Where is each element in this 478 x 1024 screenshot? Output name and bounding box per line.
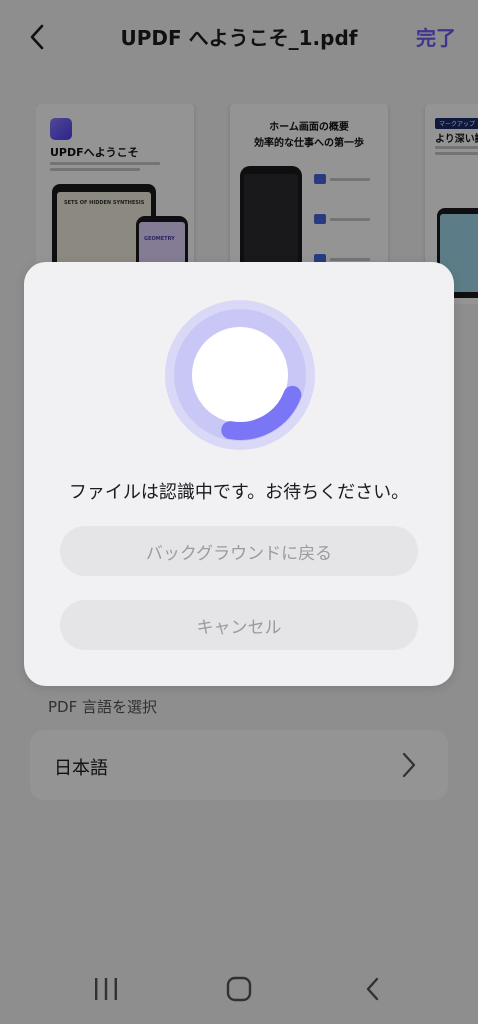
progress-spinner [165,300,315,450]
status-message: ファイルは認識中です。お待ちください。 [68,482,410,503]
recognition-dialog: ファイルは認識中です。お待ちください。 バックグラウンドに戻る キャンセル [24,262,454,686]
cancel-button[interactable]: キャンセル [60,600,418,650]
background-button[interactable]: バックグラウンドに戻る [60,526,418,576]
